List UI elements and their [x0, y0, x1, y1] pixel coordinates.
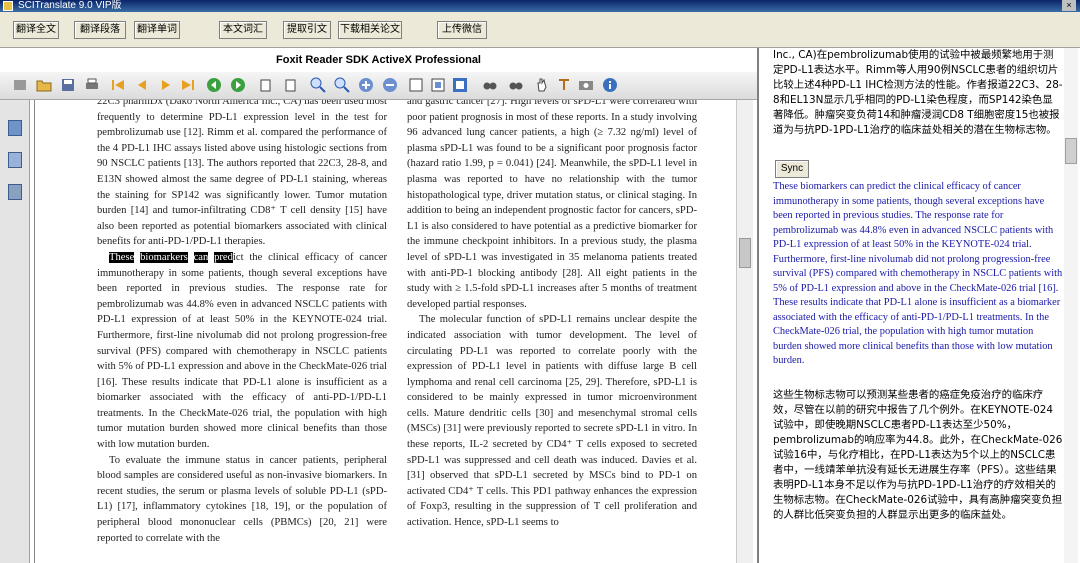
pages-panel-icon[interactable]: [8, 120, 22, 136]
source-text: These biomarkers can predict the clinica…: [773, 181, 1063, 366]
main-toolbar: 翻译全文 翻译段落 翻译单词 本文词汇 提取引文 下载相关论文 上传微信: [0, 12, 1080, 48]
actual-size-icon[interactable]: [408, 77, 424, 93]
pdf-column-right: and gastric cancer [27]. High levels of …: [407, 100, 697, 531]
extract-citations-button[interactable]: 提取引文: [283, 21, 331, 39]
zoom-out-icon[interactable]: [334, 77, 350, 93]
prev-page-icon[interactable]: [134, 77, 150, 93]
translation-panel: Inc., CA)在pembrolizumab使用的试验中被最频繁地用于测定PD…: [757, 48, 1080, 563]
sync-button[interactable]: Sync: [775, 160, 809, 178]
app-icon: [3, 1, 13, 11]
previous-translation: Inc., CA)在pembrolizumab使用的试验中被最频繁地用于测定PD…: [773, 49, 1063, 136]
close-button[interactable]: ×: [1062, 0, 1076, 11]
viewer-toolbar: [0, 72, 757, 100]
fit-width-icon[interactable]: [452, 77, 468, 93]
info-icon[interactable]: [602, 77, 618, 93]
pdf-paragraph-highlighted[interactable]: These biomarkers can predict the clinica…: [97, 250, 387, 453]
window-title: SCITranslate 9.0 VIP版: [18, 0, 122, 11]
rotate-left-icon[interactable]: [258, 77, 274, 93]
find-icon[interactable]: [482, 77, 498, 93]
find-next-icon[interactable]: [508, 77, 524, 93]
highlight-word: can: [193, 251, 209, 263]
translate-paragraph-button[interactable]: 翻译段落: [74, 21, 126, 39]
hand-tool-icon[interactable]: [534, 77, 550, 93]
hand-toggle-icon[interactable]: [12, 77, 28, 93]
last-page-icon[interactable]: [180, 77, 196, 93]
go-back-icon[interactable]: [206, 77, 222, 93]
pdf-paragraph: and gastric cancer [27]. High levels of …: [407, 100, 697, 310]
zoom-in-icon[interactable]: [310, 77, 326, 93]
snapshot-icon[interactable]: [578, 77, 594, 93]
vocabulary-button[interactable]: 本文词汇: [219, 21, 267, 39]
pdf-paragraph: 22C3 pharmDx (Dako North America Inc., C…: [97, 100, 387, 248]
pdf-page[interactable]: 22C3 pharmDx (Dako North America Inc., C…: [34, 100, 734, 563]
pdf-paragraph: To evaluate the immune status in cancer …: [97, 454, 387, 544]
translation-scrollbar[interactable]: [1064, 48, 1078, 563]
bookmarks-panel-icon[interactable]: [8, 152, 22, 168]
translation-scrollbar-thumb[interactable]: [1065, 138, 1077, 164]
pdf-scrollbar[interactable]: [736, 100, 753, 563]
first-page-icon[interactable]: [110, 77, 126, 93]
highlight-word: These: [109, 251, 135, 263]
upload-wechat-button[interactable]: 上传微信: [437, 21, 487, 39]
pdf-scrollbar-thumb[interactable]: [739, 238, 751, 268]
print-icon[interactable]: [84, 77, 100, 93]
go-forward-icon[interactable]: [230, 77, 246, 93]
highlight-word: pred: [214, 251, 233, 263]
save-icon[interactable]: [60, 77, 76, 93]
minus-icon[interactable]: [382, 77, 398, 93]
viewer-title: Foxit Reader SDK ActiveX Professional: [0, 48, 757, 72]
layers-panel-icon[interactable]: [8, 184, 22, 200]
pdf-viewer: Foxit Reader SDK ActiveX Professional 22…: [0, 48, 757, 563]
translated-text: 这些生物标志物可以预测某些患者的癌症免疫治疗的临床疗效，尽管在以前的研究中报告了…: [773, 389, 1063, 521]
pdf-paragraph: The molecular function of sPD-L1 remains…: [407, 314, 697, 529]
translate-word-button[interactable]: 翻译单词: [134, 21, 180, 39]
title-bar: SCITranslate 9.0 VIP版 ×: [0, 0, 1080, 12]
download-papers-button[interactable]: 下载相关论文: [338, 21, 402, 39]
fit-page-icon[interactable]: [430, 77, 446, 93]
pdf-column-left: 22C3 pharmDx (Dako North America Inc., C…: [97, 100, 387, 546]
rotate-right-icon[interactable]: [282, 77, 298, 93]
open-folder-icon[interactable]: [36, 77, 52, 93]
translate-full-button[interactable]: 翻译全文: [13, 21, 59, 39]
viewer-sidebar: [0, 100, 30, 563]
highlight-word: biomarkers: [140, 251, 188, 263]
next-page-icon[interactable]: [158, 77, 174, 93]
text-select-icon[interactable]: [556, 77, 572, 93]
paragraph-rest: ict the clinical efficacy of cancer immu…: [97, 251, 388, 451]
plus-icon[interactable]: [358, 77, 374, 93]
